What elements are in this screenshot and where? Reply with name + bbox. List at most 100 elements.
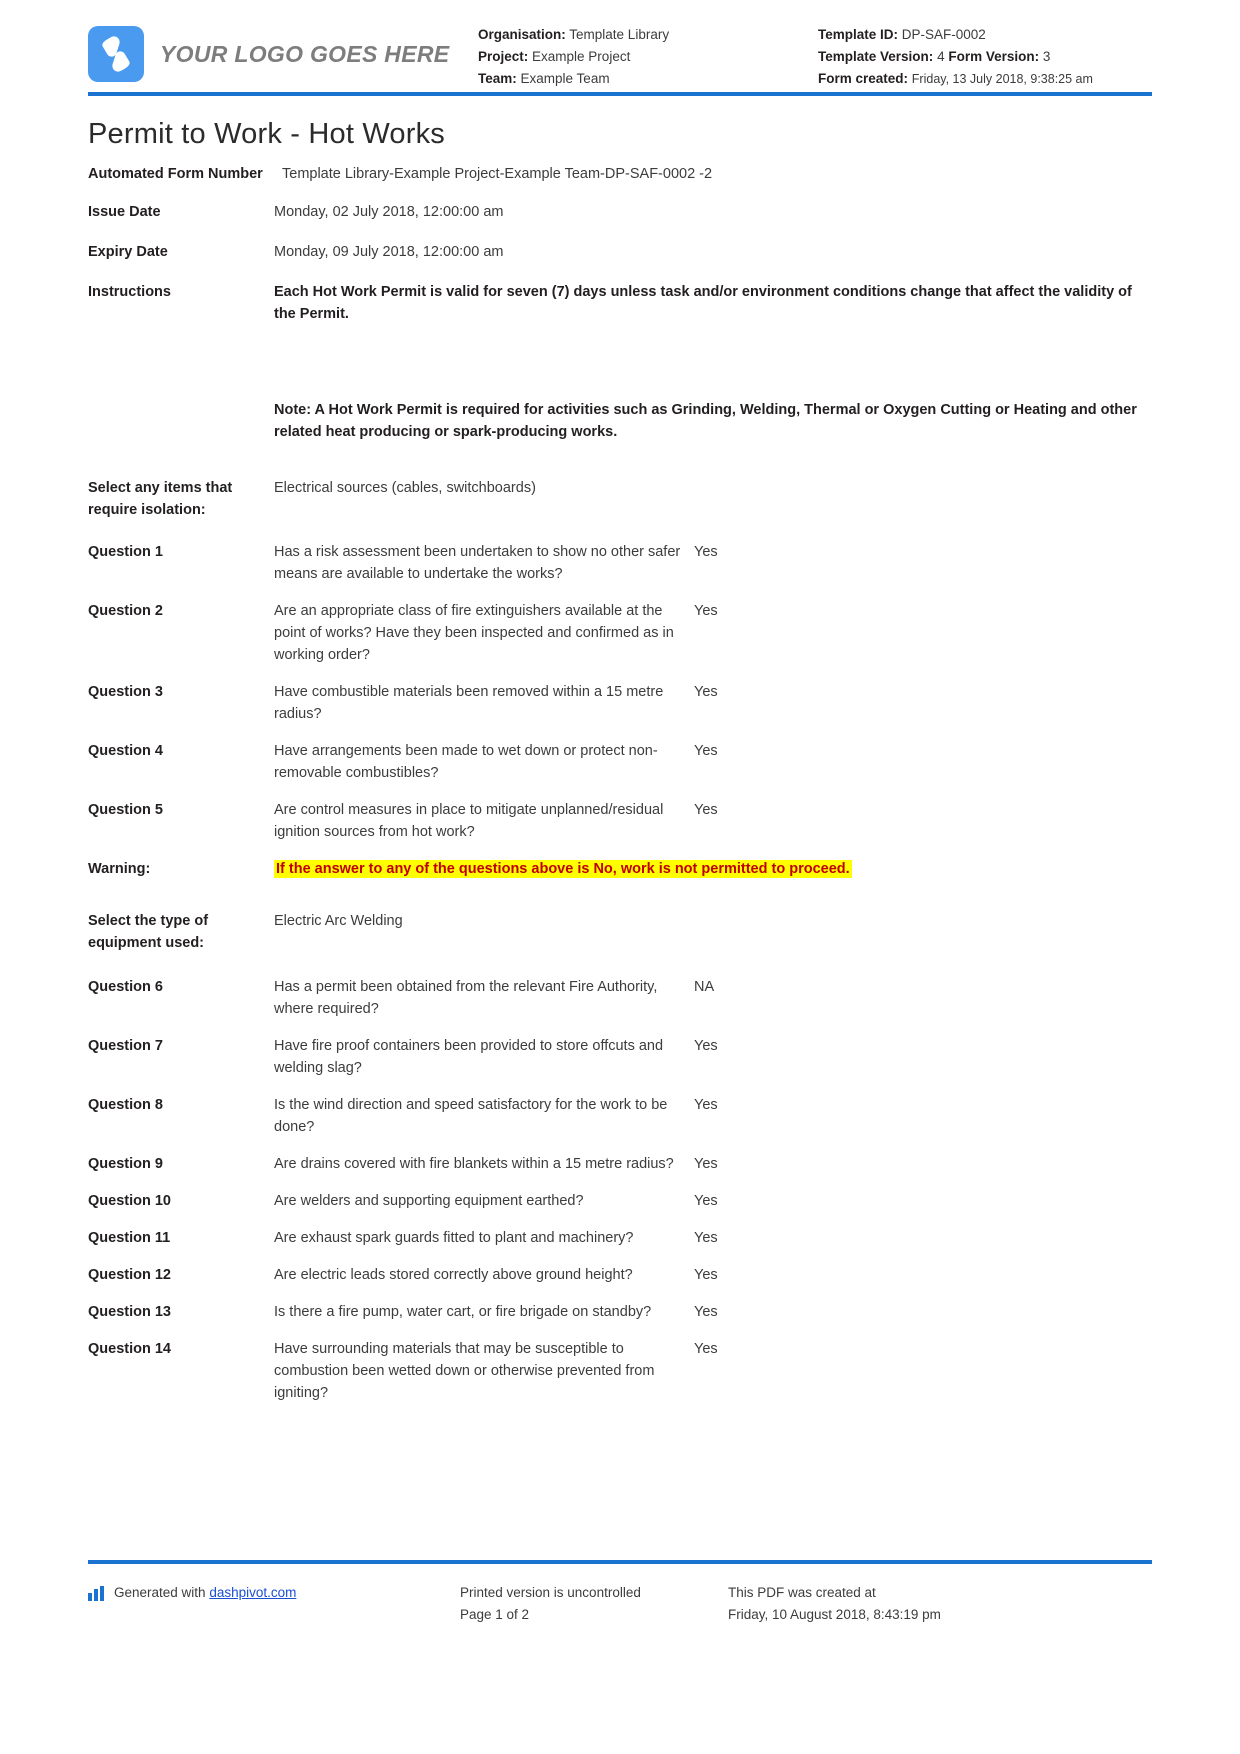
question-row: Question 12 Are electric leads stored co… [88,1264,1152,1286]
expiry-date-value: Monday, 09 July 2018, 12:00:00 am [274,244,504,260]
question-5-answer: Yes [694,802,718,818]
question-13-answer: Yes [694,1304,718,1320]
footer-page-number: Page 1 of 2 [460,1607,530,1622]
issue-date-label: Issue Date [88,204,161,220]
question-12-content: Are electric leads stored correctly abov… [274,1264,1152,1286]
question-2-answer: Yes [694,603,718,619]
question-row: Question 10 Are welders and supporting e… [88,1190,1152,1212]
header-meta-right: Template ID: DP-SAF-0002 Template Versio… [818,18,1152,90]
meta-form-created-value: Friday, 13 July 2018, 9:38:25 am [911,72,1093,86]
question-row: Question 7 Have fire proof containers be… [88,1035,1152,1079]
header-meta-left: Organisation: Template Library Project: … [478,18,818,90]
question-10-answer: Yes [694,1193,718,1209]
bar-chart-icon [88,1586,106,1601]
question-4-text: Have arrangements been made to wet down … [274,743,658,781]
question-row: Question 13 Is there a fire pump, water … [88,1301,1152,1323]
equipment-label: Select the type of equipment used: [88,913,209,951]
document-footer: Generated with dashpivot.com Printed ver… [88,1582,1152,1626]
question-1-text: Has a risk assessment been undertaken to… [274,544,681,582]
question-14-label: Question 14 [88,1341,171,1357]
question-row: Question 9 Are drains covered with fire … [88,1153,1152,1175]
warning-value: If the answer to any of the questions ab… [274,860,852,878]
question-row: Question 14 Have surrounding materials t… [88,1338,1152,1404]
question-2-content: Are an appropriate class of fire extingu… [274,600,1152,666]
question-11-label: Question 11 [88,1230,171,1246]
question-12-label: Question 12 [88,1267,171,1283]
meta-team-label: Team: [478,71,517,86]
question-row: Question 11 Are exhaust spark guards fit… [88,1227,1152,1249]
dashpivot-link[interactable]: dashpivot.com [209,1585,296,1600]
footer-pdf-created-value: Friday, 10 August 2018, 8:43:19 pm [728,1607,941,1622]
question-row: Question 1 Has a risk assessment been un… [88,541,1152,585]
question-1-content: Has a risk assessment been undertaken to… [274,541,1152,585]
field-instructions: Instructions Each Hot Work Permit is val… [88,281,1152,443]
question-9-text: Are drains covered with fire blankets wi… [274,1156,674,1172]
logo-text: YOUR LOGO GOES HERE [160,40,450,67]
equipment-value: Electric Arc Welding [274,913,403,929]
question-2-label: Question 2 [88,603,163,619]
field-equipment: Select the type of equipment used: Elect… [88,910,1152,954]
meta-template-version-value: 4 [937,49,945,64]
meta-form-created-label: Form created: [818,71,909,86]
question-3-label: Question 3 [88,684,163,700]
question-7-answer: Yes [694,1038,718,1054]
question-6-content: Has a permit been obtained from the rele… [274,976,1152,1020]
question-7-label: Question 7 [88,1038,163,1054]
question-8-answer: Yes [694,1097,718,1113]
question-7-content: Have fire proof containers been provided… [274,1035,1152,1079]
meta-template-id-label: Template ID: [818,27,899,42]
page-title: Permit to Work - Hot Works [88,118,446,150]
question-10-content: Are welders and supporting equipment ear… [274,1190,1152,1212]
question-row: Question 5 Are control measures in place… [88,799,1152,843]
isolation-label: Select any items that require isolation: [88,480,233,518]
question-8-label: Question 8 [88,1097,163,1113]
company-logo-icon [88,26,144,82]
meta-form-version-value: 3 [1042,49,1051,64]
meta-template-version-label: Template Version: [818,49,934,64]
field-isolation: Select any items that require isolation:… [88,477,1152,521]
question-5-content: Are control measures in place to mitigat… [274,799,1152,843]
form-body: Automated Form Number Template Library-E… [88,163,1152,1419]
question-6-answer: NA [694,979,715,995]
document-header: YOUR LOGO GOES HERE Organisation: Templa… [88,18,1152,90]
field-expiry-date: Expiry Date Monday, 09 July 2018, 12:00:… [88,241,1152,263]
question-13-label: Question 13 [88,1304,171,1320]
document-page: YOUR LOGO GOES HERE Organisation: Templa… [0,0,1240,1754]
question-1-answer: Yes [694,544,718,560]
footer-divider [88,1560,1152,1564]
question-4-answer: Yes [694,743,718,759]
question-11-answer: Yes [694,1230,718,1246]
question-9-label: Question 9 [88,1156,163,1172]
meta-team-value: Example Team [520,71,610,86]
field-automated-form-number: Automated Form Number Template Library-E… [88,163,1152,185]
question-7-text: Have fire proof containers been provided… [274,1038,664,1076]
question-14-answer: Yes [694,1341,718,1357]
meta-template-id-value: DP-SAF-0002 [901,27,986,42]
question-3-content: Have combustible materials been removed … [274,681,1152,725]
question-8-text: Is the wind direction and speed satisfac… [274,1097,668,1135]
question-11-content: Are exhaust spark guards fitted to plant… [274,1227,1152,1249]
header-divider [88,92,1152,96]
expiry-date-label: Expiry Date [88,244,168,260]
field-warning: Warning: If the answer to any of the que… [88,858,1152,880]
question-3-text: Have combustible materials been removed … [274,684,664,722]
issue-date-value: Monday, 02 July 2018, 12:00:00 am [274,204,504,220]
question-4-label: Question 4 [88,743,163,759]
question-2-text: Are an appropriate class of fire extingu… [274,603,674,663]
meta-organisation-value: Template Library [569,27,670,42]
footer-print-info: Printed version is uncontrolled Page 1 o… [460,1582,728,1626]
question-10-label: Question 10 [88,1193,171,1209]
question-8-content: Is the wind direction and speed satisfac… [274,1094,1152,1138]
question-row: Question 3 Have combustible materials be… [88,681,1152,725]
question-12-answer: Yes [694,1267,718,1283]
warning-label: Warning: [88,861,151,877]
meta-organisation-label: Organisation: [478,27,566,42]
question-13-text: Is there a fire pump, water cart, or fir… [274,1304,652,1320]
question-3-answer: Yes [694,684,718,700]
meta-versions: Template Version: 4 Form Version: 3 [818,46,1152,68]
question-5-label: Question 5 [88,802,163,818]
footer-generated-prefix: Generated with [114,1585,210,1600]
meta-organisation: Organisation: Template Library [478,24,818,46]
automated-form-number-value: Template Library-Example Project-Example… [282,166,713,182]
meta-project: Project: Example Project [478,46,818,68]
